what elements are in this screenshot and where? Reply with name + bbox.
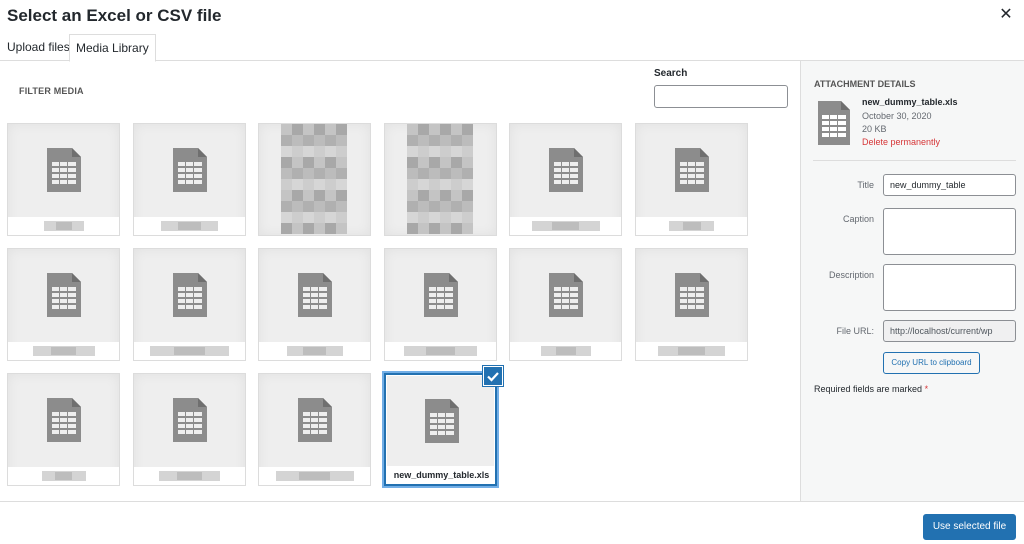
title-label: Title — [857, 180, 874, 190]
attachment-date: October 30, 2020 — [862, 111, 932, 121]
media-item[interactable] — [7, 123, 120, 236]
checkmark-icon — [487, 372, 499, 382]
media-item[interactable] — [635, 248, 748, 361]
media-item[interactable] — [7, 373, 120, 486]
media-item-caption — [636, 217, 747, 235]
spreadsheet-icon — [173, 398, 207, 442]
spreadsheet-icon — [424, 273, 458, 317]
media-item-caption — [134, 217, 245, 235]
media-item[interactable] — [133, 123, 246, 236]
spreadsheet-icon — [549, 148, 583, 192]
search-label: Search — [654, 68, 688, 79]
media-item-image[interactable] — [258, 123, 371, 236]
media-item-caption — [385, 342, 496, 360]
media-item-caption — [636, 342, 747, 360]
spreadsheet-icon — [818, 101, 850, 145]
media-item[interactable]: new_dummy_table.xls — [384, 373, 497, 486]
tab-media-library[interactable]: Media Library — [69, 34, 156, 62]
title-field[interactable] — [883, 174, 1016, 196]
media-item[interactable] — [384, 248, 497, 361]
media-item-caption — [510, 342, 621, 360]
spreadsheet-icon — [298, 398, 332, 442]
delete-permanently-link[interactable]: Delete permanently — [862, 137, 940, 147]
media-item[interactable] — [7, 248, 120, 361]
file-url-field[interactable] — [883, 320, 1016, 342]
selected-check-button[interactable] — [483, 366, 503, 386]
description-label: Description — [828, 270, 874, 280]
spreadsheet-icon — [47, 273, 81, 317]
media-item-caption — [259, 467, 370, 485]
spreadsheet-icon — [47, 398, 81, 442]
filter-media-label: FILTER MEDIA — [19, 86, 84, 96]
attachment-filename: new_dummy_table.xls — [862, 97, 958, 107]
media-item[interactable] — [509, 248, 622, 361]
media-item-caption — [8, 217, 119, 235]
attachment-details-sidebar: ATTACHMENT DETAILS new_dummy_table.xls O… — [800, 61, 1024, 501]
details-divider — [813, 160, 1016, 161]
media-item[interactable] — [635, 123, 748, 236]
search-input[interactable] — [654, 85, 788, 108]
modal-header: Select an Excel or CSV file ✕ — [0, 0, 1024, 34]
media-item[interactable] — [509, 123, 622, 236]
modal-footer: Use selected file — [0, 501, 1024, 544]
copy-url-button[interactable]: Copy URL to clipboard — [883, 352, 980, 374]
description-field[interactable] — [883, 264, 1016, 311]
media-item-caption — [134, 342, 245, 360]
media-item[interactable] — [258, 248, 371, 361]
use-selected-file-button[interactable]: Use selected file — [923, 514, 1016, 540]
router-tabs: Upload files Media Library — [0, 34, 1024, 62]
media-item[interactable] — [133, 248, 246, 361]
spreadsheet-icon — [675, 148, 709, 192]
required-fields-text: Required fields are marked — [814, 384, 923, 394]
file-url-label: File URL: — [836, 326, 874, 336]
spreadsheet-icon — [173, 148, 207, 192]
spreadsheet-icon — [298, 273, 332, 317]
attachment-details-heading: ATTACHMENT DETAILS — [814, 79, 916, 89]
media-item[interactable] — [258, 373, 371, 486]
spreadsheet-icon — [675, 273, 709, 317]
media-modal: Select an Excel or CSV file ✕ Upload fil… — [0, 0, 1024, 544]
spreadsheet-icon — [47, 148, 81, 192]
spreadsheet-icon — [549, 273, 583, 317]
media-item-caption — [8, 342, 119, 360]
caption-field[interactable] — [883, 208, 1016, 255]
media-item[interactable] — [133, 373, 246, 486]
spreadsheet-icon — [173, 273, 207, 317]
modal-title: Select an Excel or CSV file — [7, 6, 222, 25]
spreadsheet-icon — [425, 399, 459, 443]
required-fields-note: Required fields are marked * — [814, 384, 928, 394]
required-star: * — [924, 384, 929, 394]
media-item-caption — [510, 217, 621, 235]
caption-label: Caption — [842, 214, 874, 224]
media-item-caption — [8, 467, 119, 485]
tab-upload-files[interactable]: Upload files — [1, 34, 76, 61]
media-item-caption — [134, 467, 245, 485]
close-icon[interactable]: ✕ — [998, 6, 1014, 24]
media-item-image[interactable] — [384, 123, 497, 236]
attachment-size: 20 KB — [862, 124, 887, 134]
media-item-caption — [259, 342, 370, 360]
media-item-caption: new_dummy_table.xls — [386, 466, 495, 484]
